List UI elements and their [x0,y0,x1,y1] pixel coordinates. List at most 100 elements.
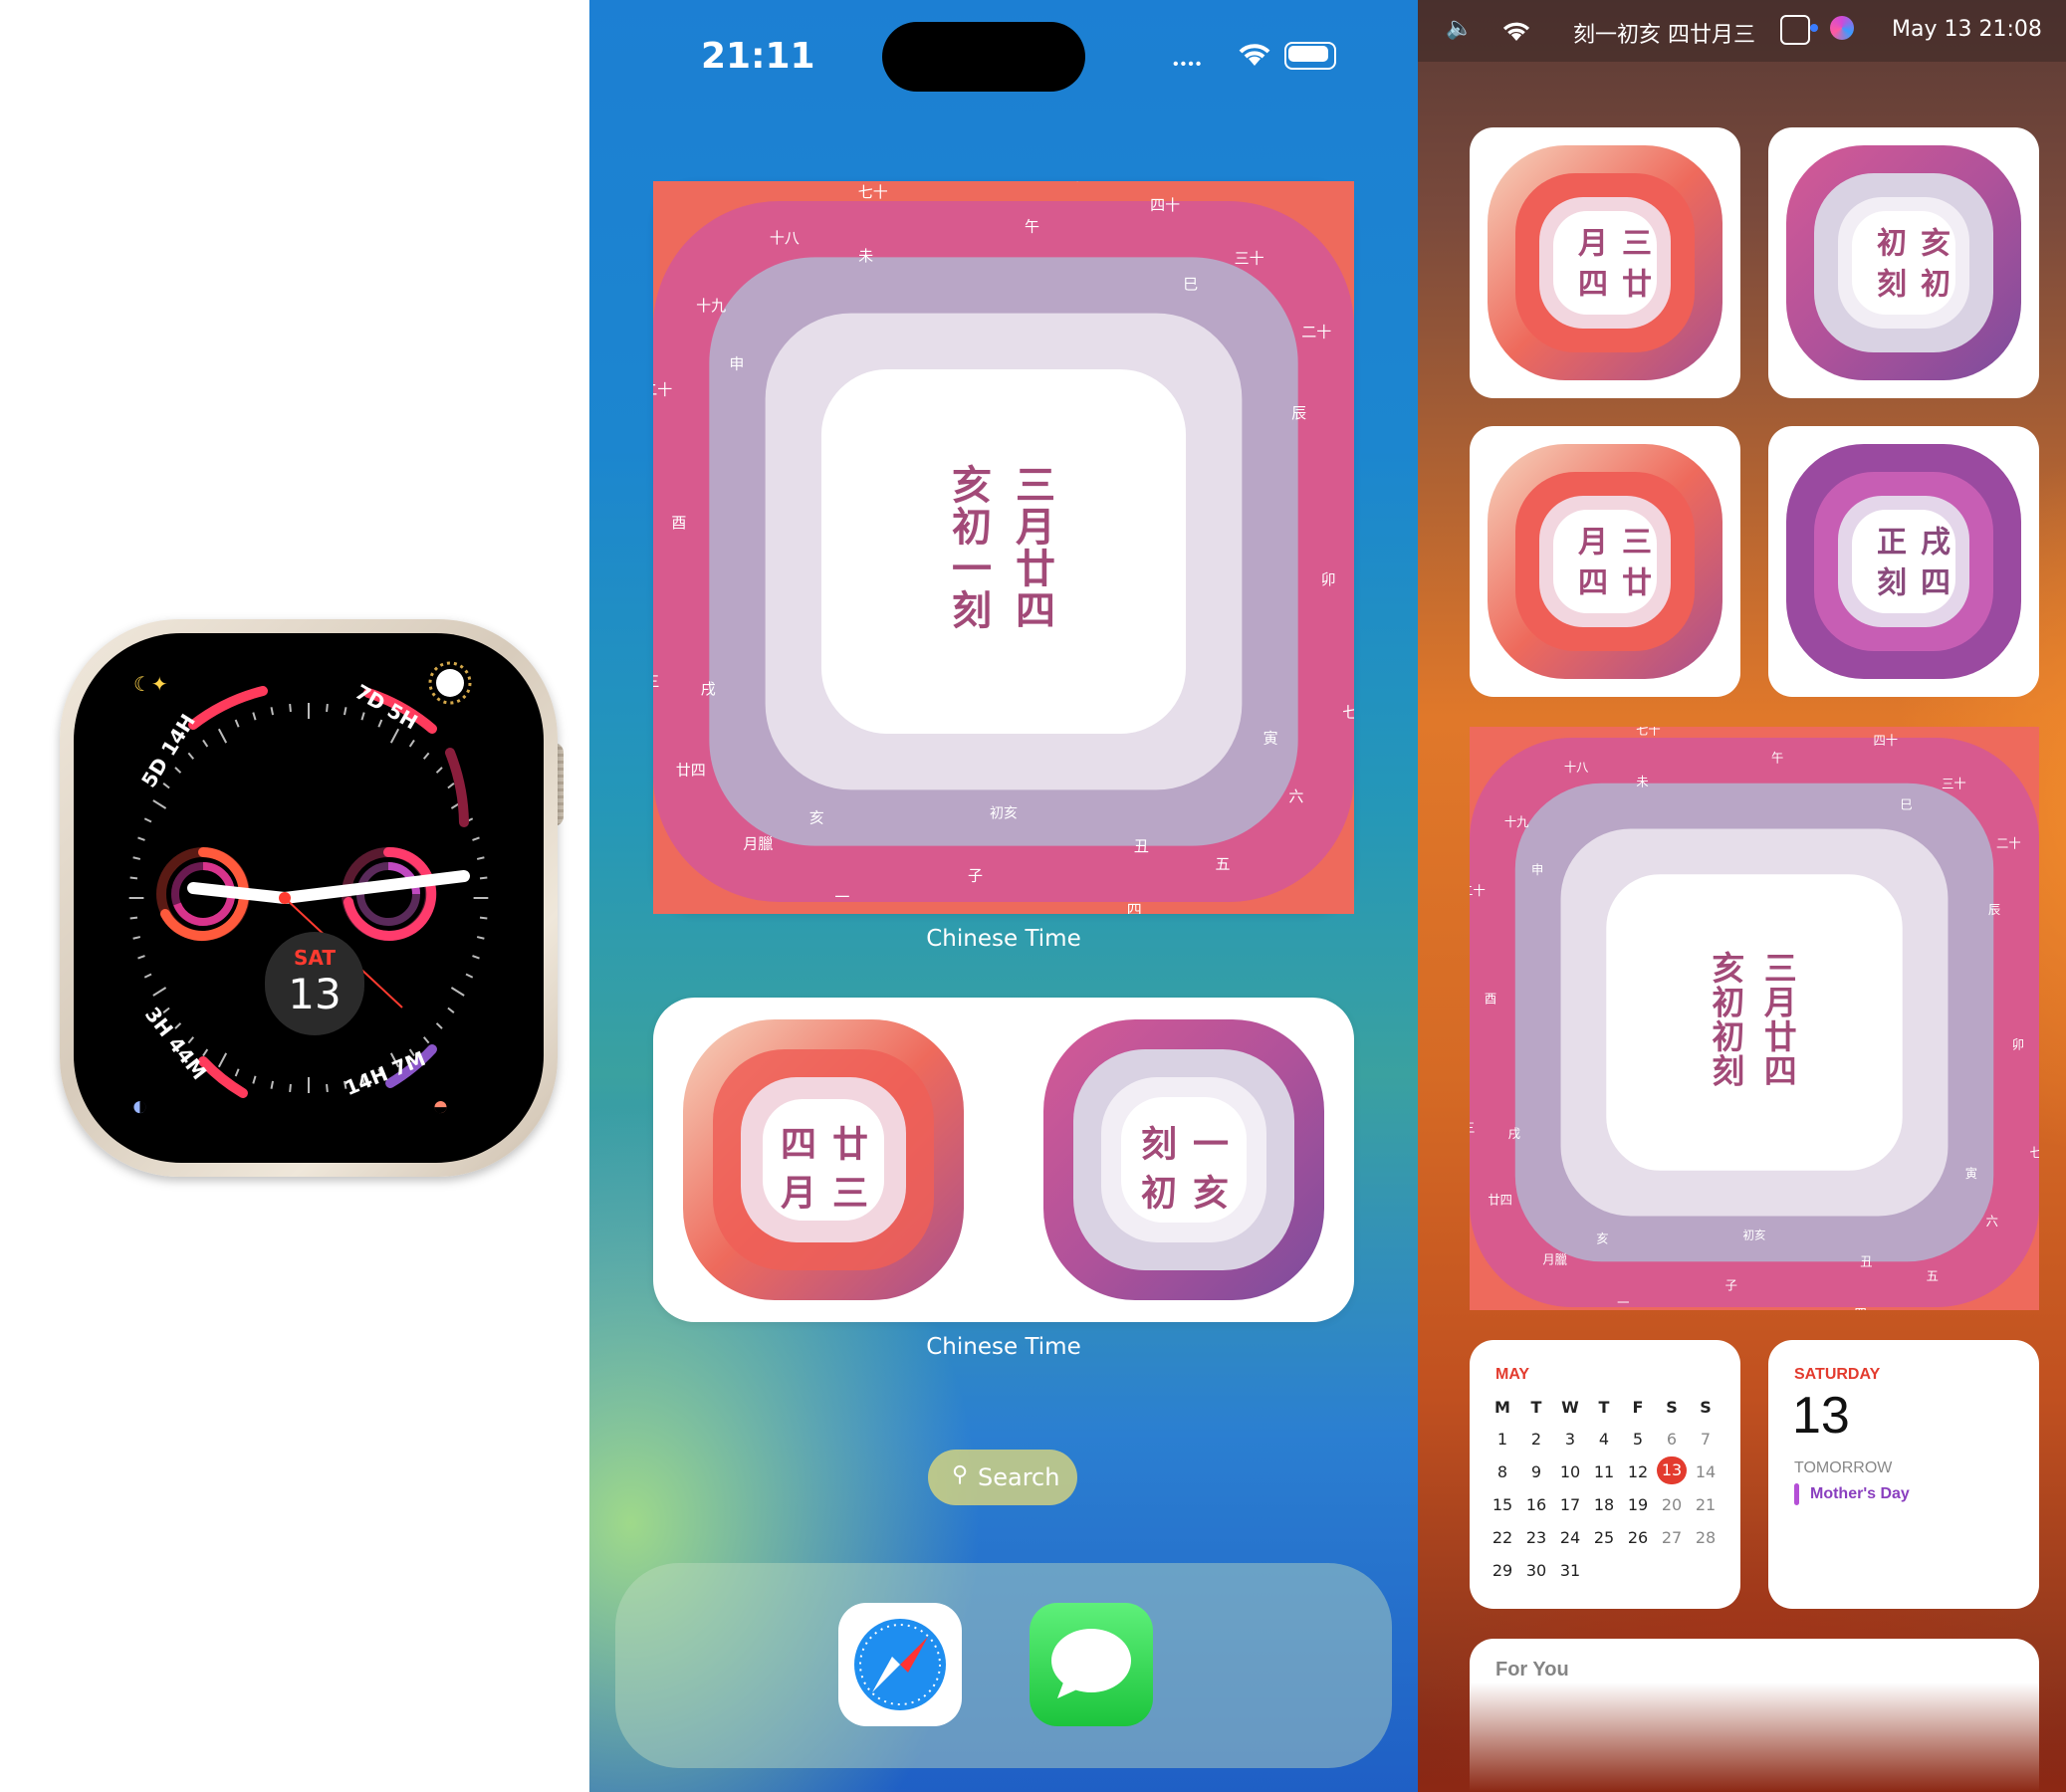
calendar-day[interactable]: 2 [1521,1430,1551,1449]
calendar-day[interactable]: 8 [1488,1462,1517,1481]
calendar-day[interactable]: 25 [1589,1528,1619,1547]
center-char: 廿 [1016,547,1055,592]
calendar-today[interactable]: 13 [1657,1456,1687,1484]
search-button[interactable]: ⚲ Search [928,1450,1077,1505]
complication-arc-left [188,686,268,730]
calendar-day[interactable]: 21 [1691,1495,1721,1514]
center-char: 三 [1764,950,1797,988]
hour-label: 未 [1636,775,1648,788]
day-label: 六 [1986,1215,1998,1229]
day-label: 四 [1854,1306,1866,1310]
calendar-day[interactable]: 18 [1589,1495,1619,1514]
mac-chinese-time-dial: 小暑夏至芒種小滿立夏穀雨清明春分驚蟄雨水立春大寒小寒冬至大雪小雪立冬霜降寒露秋分… [1418,613,2066,1431]
hour-label: 卯 [1321,570,1336,588]
calendar-day[interactable]: 30 [1521,1561,1551,1580]
mac-widget-4[interactable]: 戌正 四刻 [1768,426,2039,697]
center-char: 月 [1016,505,1055,551]
safari-icon[interactable] [838,1603,962,1726]
calendar-day[interactable]: 16 [1521,1495,1551,1514]
calendar-day[interactable]: 10 [1555,1462,1585,1481]
wifi-icon[interactable] [1499,16,1533,44]
calendar-day[interactable]: 9 [1521,1462,1551,1481]
calendar-day[interactable]: 29 [1488,1561,1517,1580]
mac-w2-text: 亥初 初刻 [1866,227,1953,303]
day-label: 三十 [1942,778,1966,791]
weekday-header: S [1666,1398,1678,1417]
status-time: 21:11 [701,36,815,77]
mac-w1-text: 三月 廿四 [1567,227,1655,303]
upnext-date: 13 [1792,1387,1850,1445]
calendar-day[interactable]: 11 [1589,1462,1619,1481]
up-next-widget[interactable]: SATURDAY 13 TOMORROW Mother's Day [1768,1340,2039,1609]
center-char: 初 [1712,984,1744,1021]
weekday-header: T [1598,1398,1610,1417]
day-label: 二十 [653,380,672,398]
hour-label: 申 [1531,863,1543,877]
calendar-day[interactable]: 31 [1555,1561,1585,1580]
weekday-header: M [1494,1398,1510,1417]
watch-dial: ☾✦ ◐ ◓ [128,661,489,1121]
hour-label: 子 [968,867,983,885]
calendar-day[interactable]: 28 [1691,1528,1721,1547]
hour-label: 午 [1771,752,1783,766]
day-label: 三十 [1235,250,1264,268]
chinese-time-large-widget[interactable]: 小暑夏至芒種小滿立夏穀雨清明春分驚蟄雨水立春大寒小寒冬至大雪小雪立冬霜降寒露秋分… [589,48,1418,1053]
mac-w2-line2: 初刻 [1871,268,1950,298]
upnext-weekday: SATURDAY [1794,1366,1881,1383]
hour-label: 辰 [1988,903,2000,917]
hour-label: 丑 [1134,837,1149,855]
siri-icon[interactable] [1830,16,1854,40]
day-label: 十八 [770,229,800,247]
chinese-time-menu-item[interactable]: 刻一初亥 四廿月三 [1573,17,1755,49]
mac-w3-line2: 廿四 [1572,566,1651,596]
hour-label: 巳 [1183,275,1198,293]
calendar-day[interactable]: 15 [1488,1495,1517,1514]
chinese-time-small-widgets: 三月 廿四 亥初 一刻 [653,998,1354,1322]
calendar-day[interactable]: 14 [1691,1462,1721,1481]
calendar-day[interactable]: 27 [1657,1528,1687,1547]
mac-large-widget[interactable]: 小暑夏至芒種小滿立夏穀雨清明春分驚蟄雨水立春大寒小寒冬至大雪小雪立冬霜降寒露秋分… [1418,613,2066,1431]
day-label: 四 [1127,901,1142,914]
calendar-day[interactable]: 23 [1521,1528,1551,1547]
messages-icon[interactable] [1030,1603,1153,1726]
calendar-day[interactable]: 24 [1555,1528,1585,1547]
mac-widget-1[interactable]: 三月 廿四 [1470,127,1740,398]
upnext-event[interactable]: Mother's Day [1810,1485,1910,1503]
date-number: 13 [288,970,342,1018]
calendar-day[interactable]: 4 [1589,1430,1619,1449]
calendar-day[interactable]: 6 [1657,1430,1687,1449]
calendar-day[interactable]: 1 [1488,1430,1517,1449]
calendar-day[interactable]: 12 [1623,1462,1653,1481]
mac-w1-line1: 三月 [1572,227,1651,257]
calendar-day[interactable]: 7 [1691,1430,1721,1449]
weekday-header: T [1530,1398,1542,1417]
calendar-day[interactable]: 26 [1623,1528,1653,1547]
day-label: 五 [1216,855,1231,873]
calendar-day[interactable]: 5 [1623,1430,1653,1449]
hour-hand [187,882,291,904]
center-face [820,368,1187,735]
calendar-widget[interactable]: MAY M T W T F S S 1 2 3 4 5 6 7 8 9 10 11 12 13 14 15 16 17 18 19… [1470,1340,1740,1609]
hour-label: 午 [1025,217,1039,235]
volume-icon[interactable]: 🔈 [1446,16,1473,41]
small-left-line1: 三月 [775,1174,867,1210]
center-char: 亥 [1712,950,1744,988]
small-right-time-text: 亥初 一刻 [1135,1125,1233,1215]
day-label: 廿四 [676,762,706,780]
mac-widget-2[interactable]: 亥初 初刻 [1768,127,2039,398]
hour-label: 戌 [1508,1127,1520,1141]
menu-date-time[interactable]: May 13 21:08 [1892,17,2042,42]
calendar-day[interactable]: 19 [1623,1495,1653,1514]
center-char: 月 [1764,984,1797,1021]
day-label: 五 [1927,1269,1939,1283]
weekday-label: SAT [294,946,336,970]
calendar-day[interactable]: 20 [1657,1495,1687,1514]
calendar-day[interactable]: 17 [1555,1495,1585,1514]
date-complication[interactable]: SAT 13 [265,932,364,1035]
hour-label: 丑 [1860,1255,1872,1269]
control-center-icon[interactable] [1780,15,1810,45]
calendar-day[interactable]: 3 [1555,1430,1585,1449]
day-label: 廿三 [1470,1121,1475,1135]
calendar-day[interactable]: 22 [1488,1528,1517,1547]
mac-widget-3[interactable]: 三月 廿四 [1470,426,1740,697]
